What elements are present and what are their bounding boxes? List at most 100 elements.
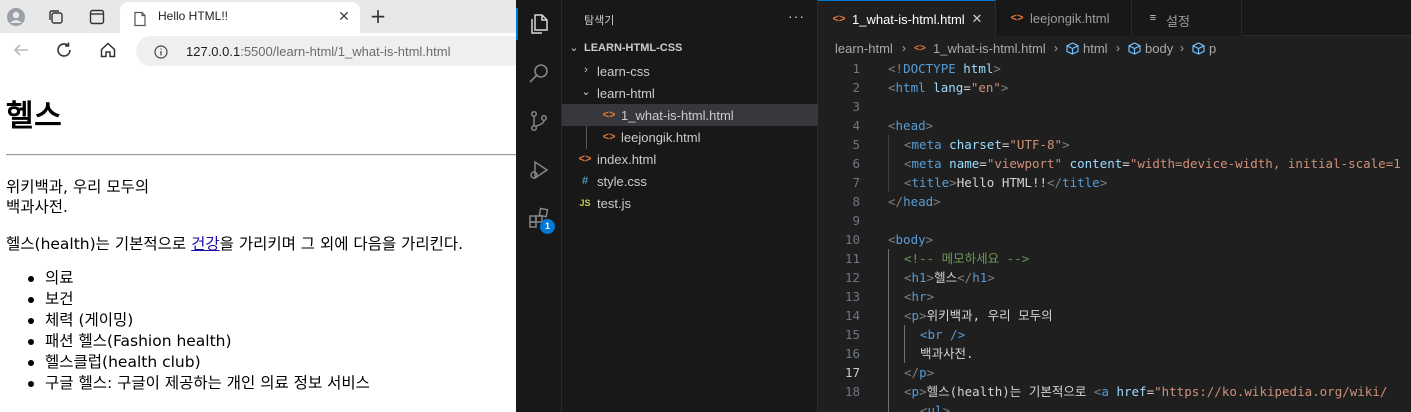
element-cube-icon (1192, 42, 1205, 58)
html-file-icon: <> (602, 131, 616, 143)
code-editor[interactable]: 1 <!DOCTYPE html> 2 <html lang="en"> 3 4 <h… (818, 59, 1411, 412)
address-bar[interactable]: 127.0.0.1:5500/learn-html/1_what-is-html… (136, 36, 516, 66)
browser-tab-bar: Hello HTML!! ✕ + (0, 0, 516, 33)
tree-item-label: 1_what-is-html.html (621, 108, 734, 123)
health-link[interactable]: 건강 (191, 235, 220, 253)
back-arrow-icon[interactable] (11, 40, 31, 60)
site-info-icon[interactable] (154, 44, 168, 59)
search-icon[interactable] (525, 59, 553, 87)
page-horizontal-rule (6, 154, 516, 156)
new-tab-button[interactable]: + (368, 5, 388, 27)
code-line: <h1>헬스</h1> (904, 270, 995, 285)
tree-file-style[interactable]: # style.css (562, 170, 818, 192)
close-tab-icon[interactable]: ✕ (336, 9, 352, 25)
list-item: 체력 (게이밍) (26, 310, 370, 331)
extensions-badge: 1 (540, 219, 555, 234)
rendered-webpage: 헬스 위키백과, 우리 모두의 백과사전. 헬스(health)는 기본적으로 … (0, 67, 516, 412)
explorer-sidebar: 탐색기 ··· ⌄ LEARN-HTML-CSS › learn-css ⌄ l… (562, 0, 818, 412)
code-line: <!DOCTYPE html> (888, 61, 1001, 76)
code-line: </p> (904, 365, 935, 380)
code-line: <head> (888, 118, 934, 133)
vscode-window: 1 탐색기 ··· ⌄ LEARN-HTML-CSS › learn-css ⌄… (516, 0, 1411, 412)
chevron-down-icon: ⌄ (581, 86, 591, 98)
html-file-icon: <> (914, 43, 926, 54)
line-number: 3 (852, 99, 860, 114)
list-item: 패션 헬스(Fashion health) (26, 331, 370, 352)
browser-tab-title: Hello HTML!! (158, 9, 229, 23)
line-number: 8 (852, 194, 860, 209)
browser-window: Hello HTML!! ✕ + 127.0.0.1:5500/learn-ht… (0, 0, 516, 412)
code-line: <p>위키백과, 우리 모두의 (904, 308, 1053, 323)
tree-folder-learn-html[interactable]: ⌄ learn-html (562, 82, 818, 104)
editor-tab-label: leejongik.html (1030, 11, 1110, 26)
html-file-icon: <> (1010, 12, 1024, 24)
tree-file-test[interactable]: JS test.js (562, 192, 818, 214)
page-heading: 헬스 (6, 99, 63, 134)
page-paragraph-1-line-2: 백과사전. (6, 198, 68, 216)
breadcrumb-html[interactable]: html (1083, 41, 1108, 56)
page-paragraph-1-line-1: 위키백과, 우리 모두의 (6, 178, 150, 196)
code-line: <meta charset="UTF-8"> (904, 137, 1070, 152)
explorer-icon[interactable] (525, 10, 553, 38)
code-line: <hr> (904, 289, 935, 304)
list-item: 헬스클럽(health club) (26, 352, 370, 373)
element-cube-icon (1128, 42, 1141, 58)
page-favicon-icon (132, 11, 148, 27)
tree-item-label: leejongik.html (621, 130, 701, 145)
breadcrumb-body[interactable]: body (1145, 41, 1173, 56)
url-host: 127.0.0.1 (186, 44, 241, 59)
list-item: 구글 헬스: 구글이 제공하는 개인 의료 정보 서비스 (26, 373, 370, 394)
line-number-current: 17 (844, 365, 860, 380)
list-item: 의료 (26, 268, 370, 289)
editor-tab-settings[interactable]: ≡ 설정 (1132, 0, 1242, 36)
chevron-right-icon: › (902, 41, 906, 55)
chevron-down-icon: ⌄ (569, 42, 579, 54)
profile-icon[interactable] (5, 6, 27, 28)
browser-tab-active[interactable]: Hello HTML!! ✕ (120, 2, 360, 33)
chevron-right-icon: › (1180, 41, 1184, 55)
code-line: <p>헬스(health)는 기본적으로 <a href="https://ko… (904, 384, 1388, 399)
chevron-right-icon: › (1116, 41, 1120, 55)
tab-actions-icon[interactable] (86, 6, 108, 28)
tree-item-label: style.css (597, 174, 647, 189)
tree-item-label: index.html (597, 152, 657, 167)
code-line: <!-- 메모하세요 --> (904, 251, 1030, 266)
activity-bar: 1 (516, 0, 562, 412)
breadcrumb-folder[interactable]: learn-html (835, 41, 893, 56)
line-number: 12 (844, 270, 860, 285)
tree-folder-learn-css[interactable]: › learn-css (562, 60, 818, 82)
tree-item-label: learn-html (597, 86, 655, 101)
home-icon[interactable] (98, 40, 118, 60)
tree-file-leejongik[interactable]: <> leejongik.html (562, 126, 818, 148)
line-number: 7 (852, 175, 860, 190)
tree-item-label: learn-css (597, 64, 650, 79)
code-line: <html lang="en"> (888, 80, 1009, 95)
editor-tab-1-what-is-html[interactable]: <> 1_what-is-html.html ✕ (818, 0, 996, 37)
run-debug-icon[interactable] (525, 156, 553, 184)
url-path: :5500/learn-html/1_what-is-html.html (240, 44, 451, 59)
line-number: 10 (844, 232, 860, 247)
line-number: 4 (852, 118, 860, 133)
line-number: 5 (852, 137, 860, 152)
project-name: LEARN-HTML-CSS (584, 42, 683, 54)
breadcrumb-p[interactable]: p (1209, 41, 1216, 56)
browser-toolbar: 127.0.0.1:5500/learn-html/1_what-is-html… (0, 33, 516, 67)
collections-icon[interactable] (45, 6, 67, 28)
paragraph-2-text-before: 헬스(health)는 기본적으로 (6, 235, 192, 253)
editor-tab-label: 설정 (1166, 14, 1190, 29)
project-folder-header[interactable]: ⌄ LEARN-HTML-CSS (562, 38, 818, 60)
line-number: 9 (852, 213, 860, 228)
breadcrumb-file[interactable]: 1_what-is-html.html (933, 41, 1046, 56)
line-number: 18 (844, 384, 860, 399)
source-control-icon[interactable] (525, 107, 553, 135)
settings-file-icon: ≡ (1149, 12, 1157, 24)
tree-file-1-what-is-html[interactable]: <> 1_what-is-html.html (562, 104, 818, 126)
reload-icon[interactable] (54, 40, 74, 60)
close-icon[interactable]: ✕ (969, 11, 985, 27)
editor-tab-bar: <> 1_what-is-html.html ✕ <> leejongik.ht… (818, 0, 1411, 37)
code-line: <ul> (920, 403, 951, 412)
editor-tab-leejongik[interactable]: <> leejongik.html (996, 0, 1132, 36)
tree-file-index[interactable]: <> index.html (562, 148, 818, 170)
code-line: <body> (888, 232, 934, 247)
more-actions-button[interactable]: ··· (788, 8, 805, 24)
